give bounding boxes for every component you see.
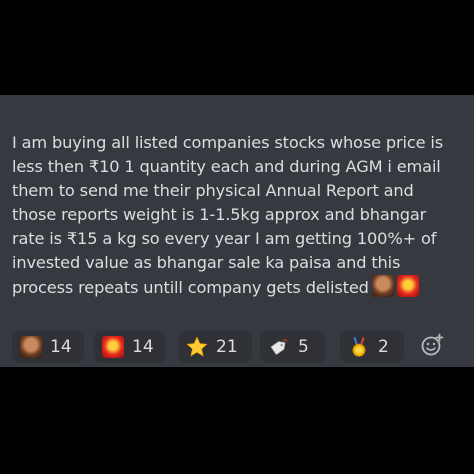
add-reaction-icon — [420, 333, 444, 362]
chat-message-card: I am buying all listed companies stocks … — [0, 95, 474, 367]
custom-face-emoji-icon — [20, 336, 42, 358]
message-line: process repeats untill company gets deli… — [12, 278, 369, 297]
reaction-count: 2 — [378, 337, 389, 357]
reaction-custom-face[interactable]: 14 — [12, 331, 84, 363]
medal-emoji-icon — [348, 336, 370, 358]
custom-face-emoji-icon — [371, 275, 394, 297]
reaction-bar: 14 14 21 5 2 — [8, 331, 470, 365]
reaction-medal[interactable]: 2 — [340, 331, 404, 363]
reaction-star[interactable]: 21 — [178, 331, 252, 363]
message-line: I am buying all listed companies stocks … — [12, 133, 444, 152]
message-line: them to send me their physical Annual Re… — [12, 181, 414, 200]
price-tag-emoji-icon — [268, 336, 290, 358]
reaction-count: 14 — [132, 337, 154, 357]
add-reaction-button[interactable] — [414, 331, 450, 363]
message-line: rate is ₹15 a kg so every year I am gett… — [12, 229, 437, 248]
reaction-angry-red-face[interactable]: 14 — [94, 331, 166, 363]
reaction-price-tag[interactable]: 5 — [260, 331, 326, 363]
screenshot-frame: I am buying all listed companies stocks … — [0, 0, 474, 474]
star-emoji-icon — [186, 336, 208, 358]
message-line: invested value as bhangar sale ka paisa … — [12, 253, 401, 272]
message-last-line: process repeats untill company gets deli… — [12, 275, 468, 300]
message-line: those reports weight is 1-1.5kg approx a… — [12, 205, 427, 224]
reaction-count: 5 — [298, 337, 309, 357]
message-text: I am buying all listed companies stocks … — [12, 131, 468, 300]
angry-red-face-emoji-icon — [396, 275, 419, 297]
message-line: less then ₹10 1 quantity each and during… — [12, 157, 441, 176]
reaction-count: 21 — [216, 337, 238, 357]
angry-red-face-emoji-icon — [102, 336, 124, 358]
reaction-count: 14 — [50, 337, 72, 357]
